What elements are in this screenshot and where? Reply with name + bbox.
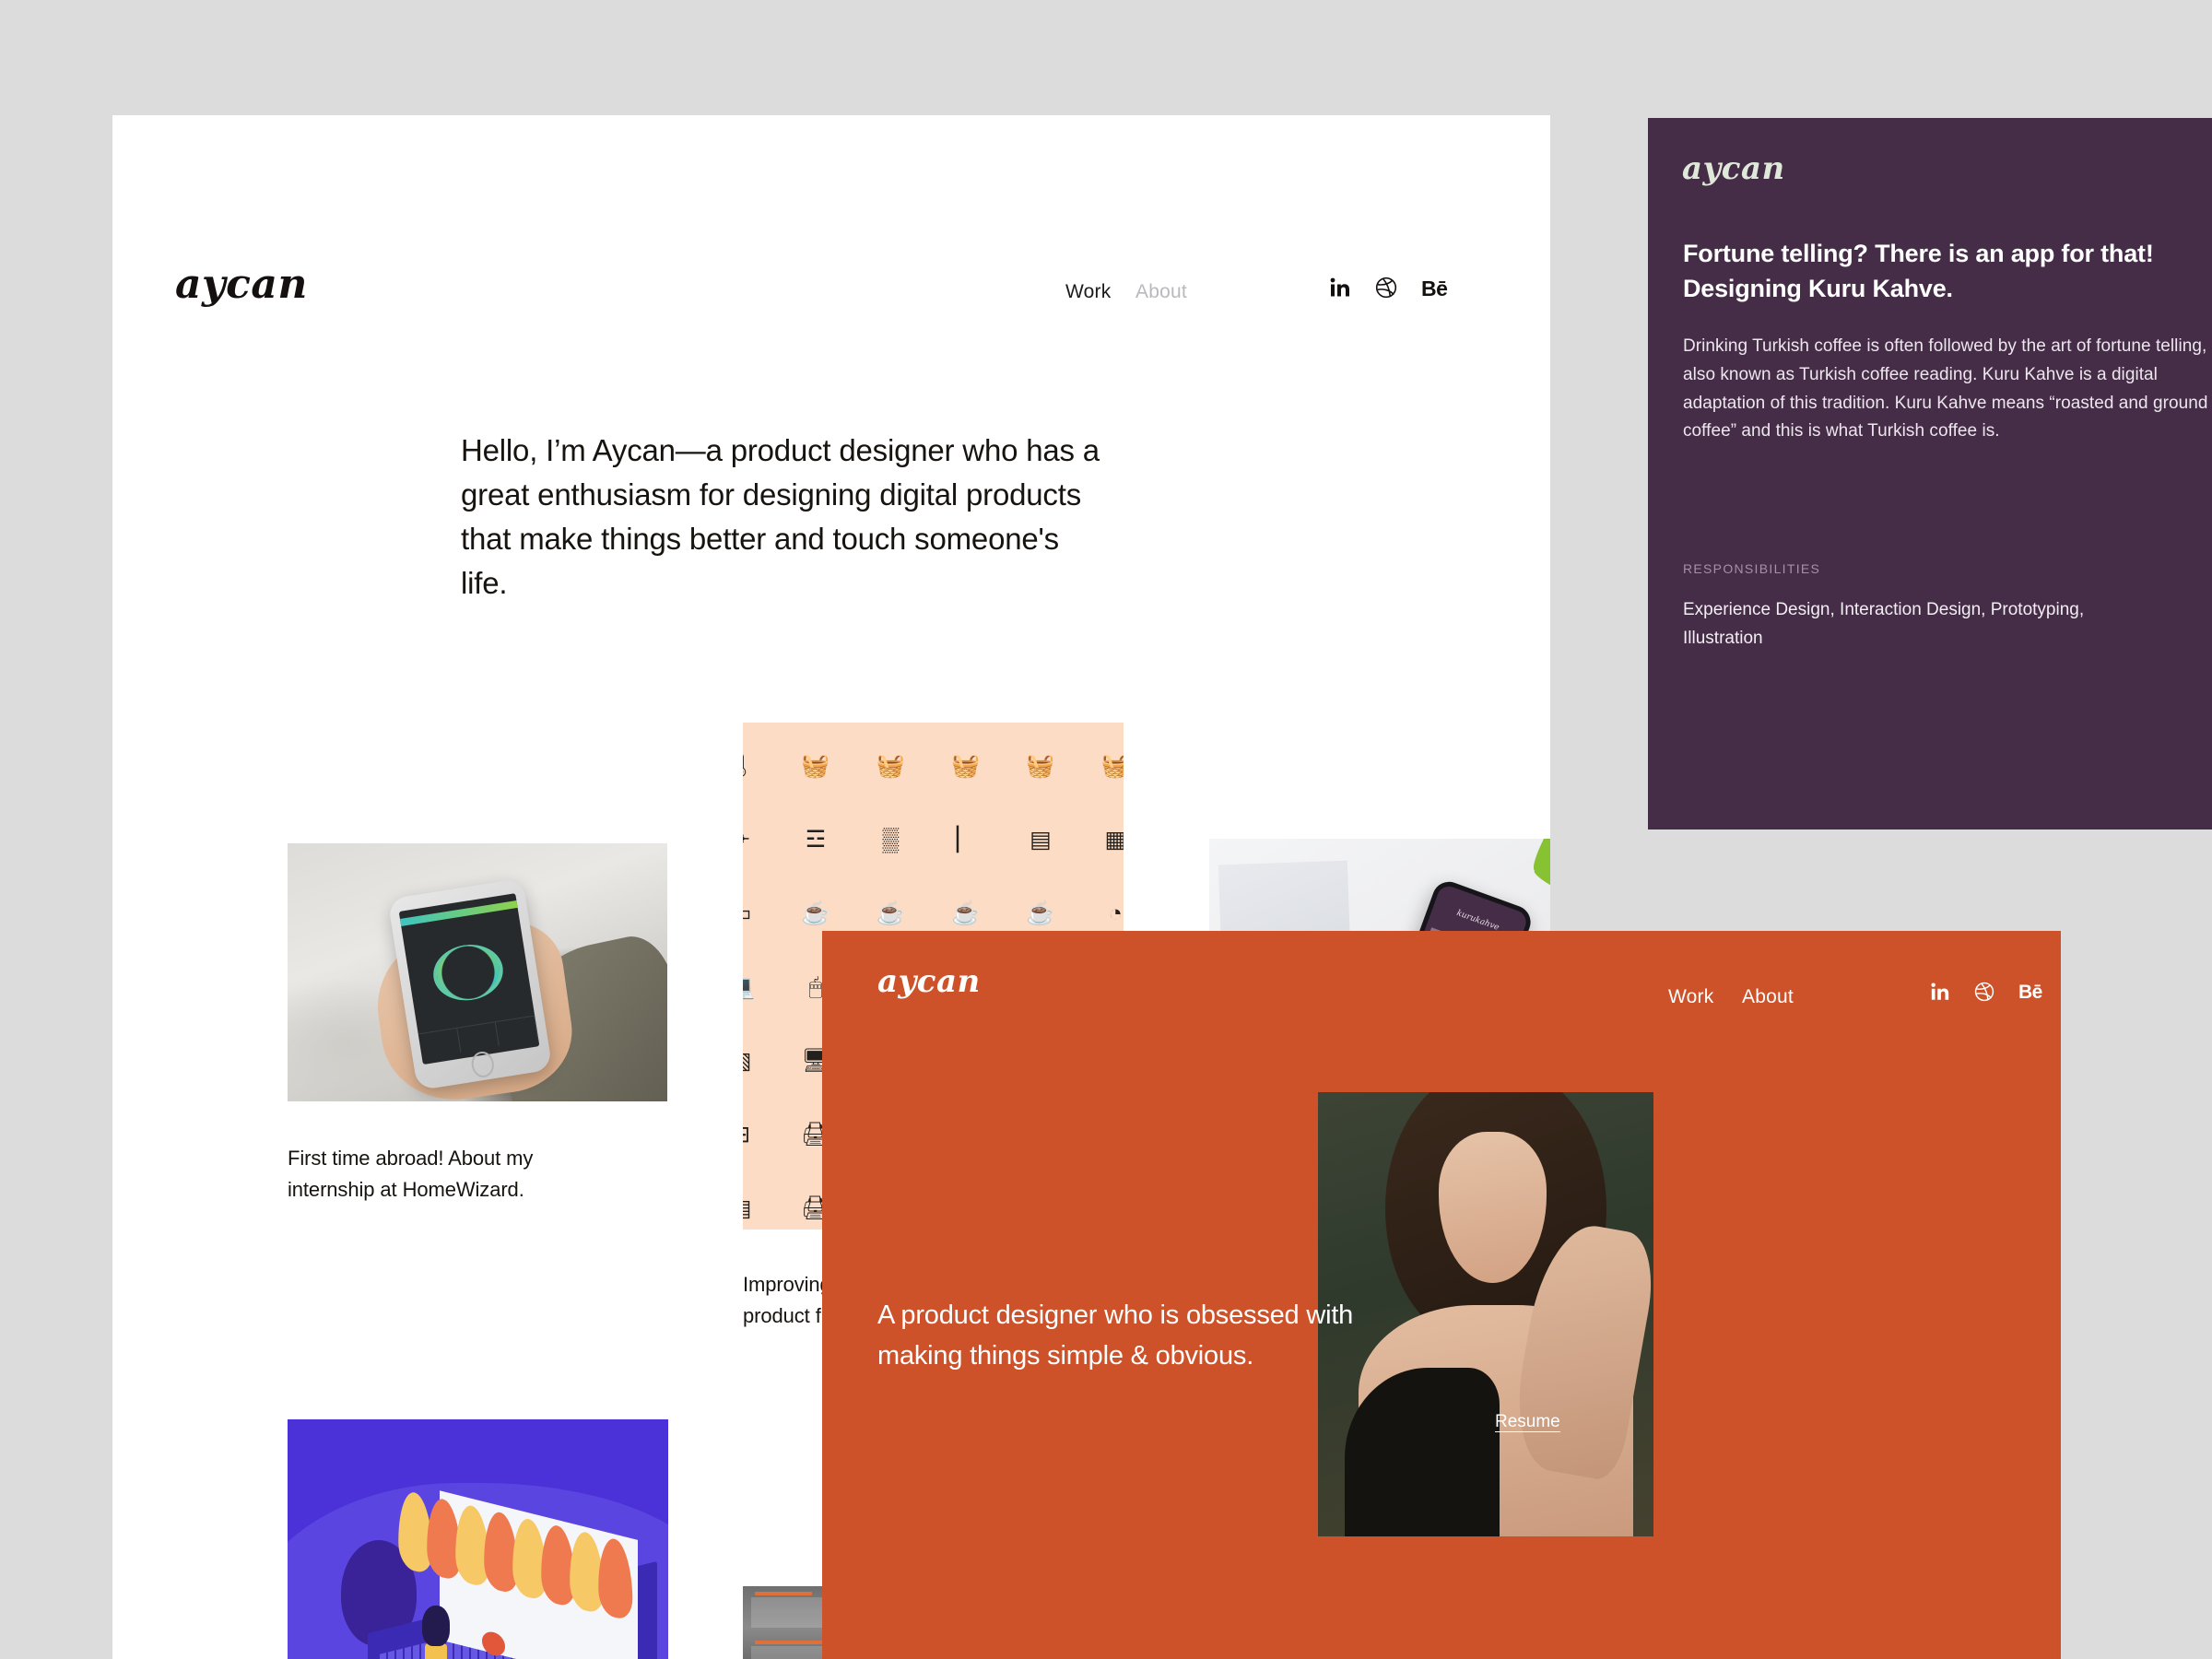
case-study-title: Fortune telling? There is an app for tha… (1683, 240, 2154, 303)
resume-link[interactable]: Resume (1495, 1412, 1560, 1431)
appliance-icon-8: ▒ (882, 826, 900, 853)
appliance-icon-13: ☕ (801, 900, 830, 926)
appliance-icon-4: 🧺 (1026, 752, 1055, 779)
responsibilities-label: RESPONSIBILITIES (1683, 561, 1821, 576)
app-status-ring (429, 938, 508, 1006)
phone-mockup (387, 877, 553, 1090)
work-card-ecommerce-illustration[interactable] (288, 1419, 668, 1659)
responsibilities-value: Experience Design, Interaction Design, P… (1683, 600, 2085, 648)
plant-leaves (1483, 839, 1550, 918)
resume-link-wrapper: Resume (1495, 1412, 1560, 1432)
nav-item-work[interactable]: Work (1065, 281, 1111, 303)
main-header (112, 115, 1550, 235)
appliance-icon-5: 🧺 (1100, 752, 1124, 779)
behance-glyph: Bē (2018, 982, 2042, 1003)
appliance-icon-10: ▤ (1030, 827, 1052, 853)
linkedin-icon[interactable] (1329, 276, 1351, 299)
orange-nav-item-work[interactable]: Work (1668, 986, 1713, 1008)
screenshot-canvas: aycan Work About Bē Hello, I’m Aycan—a p… (0, 0, 2212, 1659)
behance-icon[interactable]: Bē (2018, 982, 2042, 1004)
dribbble-icon[interactable] (1974, 982, 1994, 1002)
purple-panel-logo[interactable]: aycan (1682, 153, 1785, 184)
appliance-icon-16: ☕ (1026, 900, 1055, 926)
appliance-icon-6: ✈ (743, 818, 770, 861)
behance-glyph: Bē (1421, 276, 1448, 300)
phone-screen (398, 892, 539, 1065)
portrait-photo (1318, 1092, 1653, 1536)
appliance-icon-17: ◔ (1108, 900, 1123, 926)
homewizard-photo (288, 843, 667, 1101)
case-study-body: Drinking Turkish coffee is often followe… (1683, 336, 2208, 441)
work-card-homewizard[interactable] (288, 843, 667, 1101)
app-gradient-bar (399, 900, 518, 926)
about-headline: A product designer who is obsessed with … (877, 1300, 1354, 1371)
appliance-icon-36: ▤ (743, 1187, 770, 1230)
appliance-icon-15: ☕ (951, 900, 981, 926)
shopper-figure (421, 1605, 451, 1659)
about-page-panel: aycan Work About Bē A product designer w… (822, 931, 2061, 1659)
kurukahve-case-study-panel: aycan Fortune telling? There is an app f… (1648, 118, 2212, 830)
orange-panel-logo[interactable]: aycan (877, 966, 981, 997)
appliance-icon-24: ▧ (743, 1040, 770, 1082)
page-headline: Hello, I’m Aycan—a product designer who … (461, 433, 1100, 600)
linkedin-icon[interactable] (1930, 982, 1950, 1002)
appliance-icon-9: ▏ (957, 827, 975, 853)
appliance-icon-3: 🧺 (951, 752, 981, 779)
appliance-icon-11: ▦ (1104, 827, 1124, 853)
appliance-icon-7: ☲ (805, 827, 827, 853)
dribbble-icon[interactable] (1375, 276, 1397, 299)
orange-nav-item-about[interactable]: About (1742, 986, 1794, 1008)
appliance-icon-12: ▭ (743, 892, 770, 935)
site-logo[interactable]: aycan (175, 265, 308, 305)
nav-item-about[interactable]: About (1135, 281, 1187, 303)
appliance-icon-0: 🌡 (743, 745, 770, 787)
appliance-icon-14: ☕ (876, 900, 905, 926)
appliance-icon-30: ⊞ (743, 1113, 770, 1156)
appliance-icon-1: 🧺 (801, 752, 830, 779)
work-card-caption-homewizard: First time abroad! About my internship a… (288, 1147, 534, 1202)
appliance-icon-18: 💻 (743, 966, 770, 1008)
behance-icon[interactable]: Bē (1421, 276, 1448, 301)
appliance-icon-2: 🧺 (876, 752, 905, 779)
